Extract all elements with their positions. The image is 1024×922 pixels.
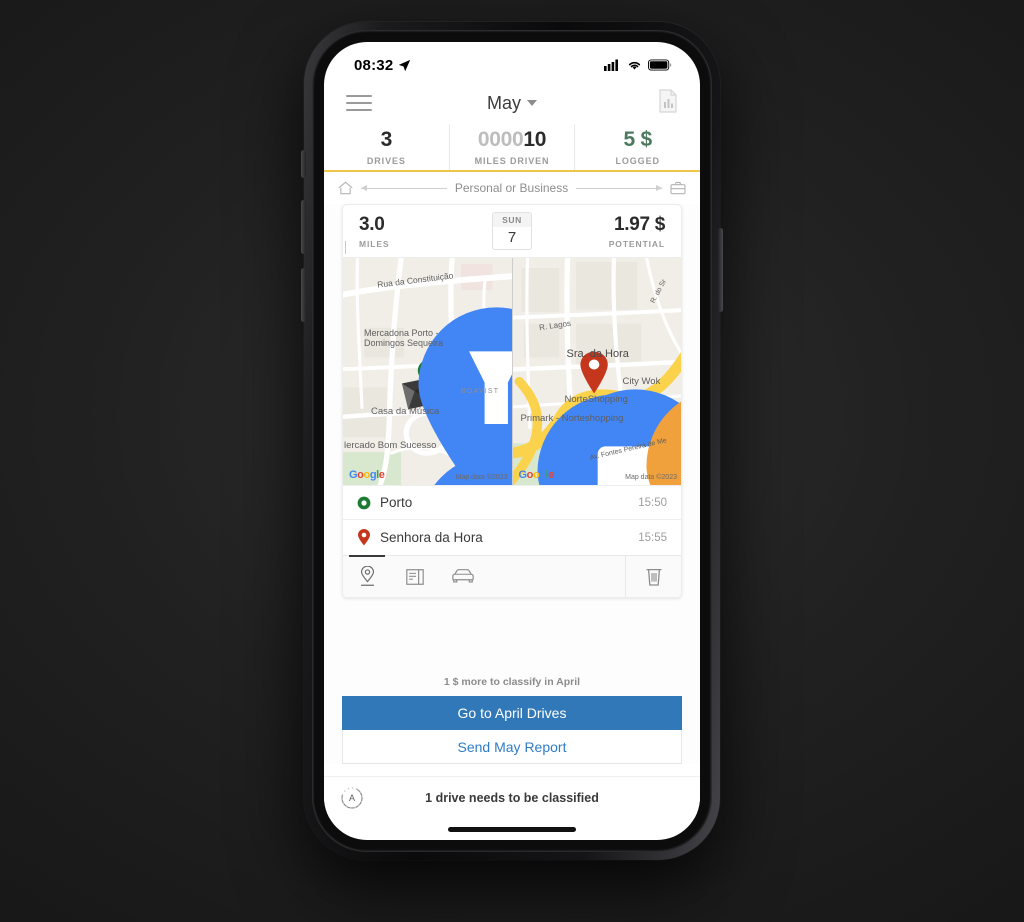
classify-hint-row: Personal or Business xyxy=(324,172,700,202)
home-indicator[interactable] xyxy=(448,827,576,832)
drive-card[interactable]: 3.0 MILES SUN 7 1.97 $ POTENTIAL Rua da … xyxy=(342,204,682,598)
phone-screen: 08:32 May 3 DRIVES 000010 MILES DRIVEN 5… xyxy=(324,42,700,840)
stat-drives-value: 3 xyxy=(380,127,393,151)
drive-miles: 3.0 MILES xyxy=(359,215,389,249)
map-label-mercadona-2: Domingos Sequeira xyxy=(364,338,444,348)
drive-date-dow: SUN xyxy=(493,213,531,227)
google-watermark-right: Google xyxy=(518,469,555,481)
go-to-april-drives-button[interactable]: Go to April Drives xyxy=(342,696,682,730)
wifi-icon xyxy=(628,61,641,70)
home-icon[interactable] xyxy=(338,181,353,195)
volume-down-button[interactable] xyxy=(301,268,306,322)
drive-stop-end[interactable]: Senhora da Hora 15:55 xyxy=(343,519,681,555)
start-location-map[interactable]: Rua da Constituição Mercadona Porto - Do… xyxy=(343,258,512,485)
power-button[interactable] xyxy=(718,228,723,312)
map-label-sra-da-hora: Sra. da Hora xyxy=(566,348,629,360)
briefcase-icon[interactable] xyxy=(670,181,686,195)
drive-miles-label: MILES xyxy=(359,239,390,249)
trash-icon xyxy=(646,568,661,586)
stat-miles-value: 000010 xyxy=(477,127,547,151)
stat-miles-leading-zeros: 0000 xyxy=(477,127,524,151)
car-icon xyxy=(452,569,474,583)
google-watermark-left: Google xyxy=(349,469,385,481)
map-label-norteshopping: NorteShopping xyxy=(564,394,628,405)
notes-icon xyxy=(406,568,424,585)
chevron-down-icon xyxy=(527,99,537,106)
drive-map-pair: Rua da Constituição Mercadona Porto - Do… xyxy=(343,257,681,485)
start-dot-icon xyxy=(357,496,371,509)
phone-frame: 08:32 May 3 DRIVES 000010 MILES DRIVEN 5… xyxy=(301,22,723,860)
stat-miles-driven[interactable]: 000010 MILES DRIVEN xyxy=(448,124,575,170)
send-may-report-button[interactable]: Send May Report xyxy=(342,730,682,764)
map-pin-icon xyxy=(360,565,374,586)
end-pin-icon xyxy=(358,529,370,546)
start-stop-time: 15:50 xyxy=(638,496,667,509)
map-label-primark: Primark - Norteshopping xyxy=(520,413,624,424)
start-stop-name: Porto xyxy=(380,495,413,510)
stats-row: 3 DRIVES 000010 MILES DRIVEN 5 $ LOGGED xyxy=(324,124,700,172)
report-document-icon[interactable] xyxy=(658,88,678,118)
cellular-signal-icon xyxy=(604,59,618,71)
end-location-map[interactable]: R. Lagos R. do Sr Sra. da Hora City Wok … xyxy=(511,258,681,485)
month-label[interactable]: May xyxy=(487,93,521,113)
classify-note: 1 $ more to classify in April xyxy=(443,676,581,688)
stat-drives[interactable]: 3 DRIVES xyxy=(324,124,449,170)
map-label-boavista: BOAVIST xyxy=(461,388,500,395)
status-bar: 08:32 xyxy=(324,42,700,82)
drive-date-chip: SUN 7 xyxy=(492,212,532,250)
month-selector[interactable]: May xyxy=(324,93,700,114)
drive-potential-label: POTENTIAL xyxy=(608,239,665,249)
map-label-mercadona-1: Mercadona Porto - xyxy=(364,328,439,338)
stat-logged[interactable]: 5 $ LOGGED xyxy=(574,124,700,170)
drive-card-toolbar xyxy=(343,555,681,597)
stat-miles-number: 10 xyxy=(523,127,547,151)
map-label-bom-sucesso: lercado Bom Sucesso xyxy=(344,440,437,451)
bottom-status-text: 1 drive needs to be classified xyxy=(425,790,599,805)
swipe-right-arrow xyxy=(576,184,663,191)
auto-classify-progress-badge[interactable]: A xyxy=(340,786,364,810)
end-stop-name: Senhora da Hora xyxy=(380,530,483,545)
status-time: 08:32 xyxy=(354,56,394,74)
swipe-left-arrow xyxy=(361,184,447,191)
drive-potential-value: 1.97 $ xyxy=(613,214,665,235)
map-label-city-wok: City Wok xyxy=(622,376,661,387)
map-attribution-left: Map data ©2023 xyxy=(455,474,508,481)
volume-up-button[interactable] xyxy=(301,200,306,254)
drive-miles-value: 3.0 xyxy=(359,214,385,235)
status-bar-right xyxy=(604,59,672,71)
hamburger-menu-icon[interactable] xyxy=(346,95,372,111)
bottom-status-bar: A 1 drive needs to be classified xyxy=(324,776,700,818)
poi-pin-city-wok xyxy=(645,401,681,485)
location-arrow-icon xyxy=(399,59,411,71)
battery-full-icon xyxy=(648,59,672,71)
stat-drives-label: DRIVES xyxy=(366,155,406,166)
auto-badge-letter: A xyxy=(348,792,355,803)
map-label-casa-da-musica: Casa da Música xyxy=(371,406,440,417)
route-tab-button[interactable] xyxy=(343,555,391,597)
stat-logged-value: 5 $ xyxy=(623,127,653,151)
notes-tab-button[interactable] xyxy=(391,556,439,597)
stat-logged-label: LOGGED xyxy=(615,155,660,166)
mute-switch[interactable] xyxy=(301,150,306,178)
stat-miles-label: MILES DRIVEN xyxy=(474,155,550,166)
drive-potential: 1.97 $ POTENTIAL xyxy=(608,214,666,249)
vehicle-tab-button[interactable] xyxy=(439,556,487,597)
drive-list-scroll-area[interactable]: 3.0 MILES SUN 7 1.97 $ POTENTIAL Rua da … xyxy=(324,204,700,764)
status-bar-left: 08:32 xyxy=(354,57,411,74)
stop-connector-line xyxy=(345,241,346,254)
drive-date-dom: 7 xyxy=(507,229,517,246)
classify-hint-label: Personal or Business xyxy=(454,181,569,195)
end-stop-time: 15:55 xyxy=(638,531,667,544)
drive-card-header: 3.0 MILES SUN 7 1.97 $ POTENTIAL xyxy=(343,205,681,257)
drive-stop-start[interactable]: Porto 15:50 xyxy=(343,485,681,519)
delete-drive-button[interactable] xyxy=(625,556,681,597)
map-attribution-right: Map data ©2023 xyxy=(625,474,677,481)
nav-bar: May xyxy=(324,82,700,124)
footer-cta: 1 $ more to classify in April Go to Apri… xyxy=(324,676,700,764)
